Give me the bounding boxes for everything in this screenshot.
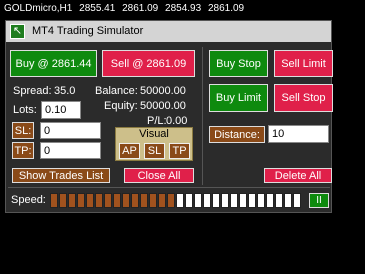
tp-tag: TP:	[12, 142, 34, 159]
lots-input[interactable]: 0.10	[41, 101, 81, 119]
speed-segment[interactable]	[95, 193, 103, 208]
speed-segment[interactable]	[104, 193, 112, 208]
equity-value: 50000.00	[140, 100, 186, 112]
speed-segment[interactable]	[212, 193, 220, 208]
buy-stop-button[interactable]: Buy Stop	[209, 50, 268, 77]
speed-segment[interactable]	[77, 193, 85, 208]
lots-label: Lots:	[13, 104, 37, 116]
close-all-button[interactable]: Close All	[124, 168, 194, 183]
balance-label: Balance:	[95, 85, 138, 97]
distance-tag: Distance:	[209, 126, 265, 143]
speed-segment[interactable]	[275, 193, 283, 208]
speed-segment[interactable]	[167, 193, 175, 208]
tp-input[interactable]: 0	[40, 142, 101, 159]
buy-limit-button[interactable]: Buy Limit	[209, 84, 268, 112]
arrow-up-left-icon[interactable]: ↖	[10, 24, 25, 39]
speed-segment[interactable]	[284, 193, 292, 208]
speed-segment[interactable]	[239, 193, 247, 208]
ticker-high: 2861.09	[122, 3, 159, 14]
pl-label: P/L:	[147, 115, 167, 127]
panel-title: MT4 Trading Simulator	[32, 25, 144, 37]
buy-market-button[interactable]: Buy @ 2861.44	[10, 50, 97, 77]
sl-tag: SL:	[12, 122, 34, 139]
sl-input[interactable]: 0	[40, 122, 101, 139]
speed-segment[interactable]	[230, 193, 238, 208]
ticker-close: 2861.09	[207, 3, 245, 14]
balance-value: 50000.00	[140, 85, 186, 97]
speed-segment[interactable]	[68, 193, 76, 208]
ticker-open: 2855.41	[79, 3, 116, 14]
speed-segment[interactable]	[122, 193, 130, 208]
speed-label: Speed:	[11, 194, 46, 206]
speed-segment[interactable]	[257, 193, 265, 208]
sell-limit-button[interactable]: Sell Limit	[274, 50, 333, 77]
visual-sl-button[interactable]: SL	[144, 143, 165, 159]
spread-value: 35.0	[54, 85, 76, 97]
speed-segment[interactable]	[293, 193, 301, 208]
speed-segment[interactable]	[158, 193, 166, 208]
speed-segment[interactable]	[248, 193, 256, 208]
pl-value: 0.00	[166, 115, 188, 127]
panel-divider	[202, 47, 203, 185]
speed-segment[interactable]	[176, 193, 184, 208]
visual-ap-button[interactable]: AP	[119, 143, 140, 159]
sell-market-button[interactable]: Sell @ 2861.09	[102, 50, 195, 77]
speed-segment[interactable]	[59, 193, 67, 208]
speed-segment[interactable]	[203, 193, 211, 208]
speed-segment[interactable]	[113, 193, 121, 208]
speed-segment[interactable]	[185, 193, 193, 208]
speed-segment[interactable]	[131, 193, 139, 208]
ticker-symbol: GOLDmicro,H1	[4, 3, 73, 14]
ticker-low: 2854.93	[165, 3, 202, 14]
speed-segment[interactable]	[266, 193, 274, 208]
speed-segment[interactable]	[86, 193, 94, 208]
speed-segment[interactable]	[194, 193, 202, 208]
visual-tp-button[interactable]: TP	[169, 143, 190, 159]
distance-input[interactable]: 10	[268, 125, 329, 143]
show-trades-list-button[interactable]: Show Trades List	[12, 168, 110, 183]
speed-segment[interactable]	[50, 193, 58, 208]
speed-divider	[8, 187, 330, 188]
pause-button[interactable]: II	[309, 193, 329, 208]
speed-segment[interactable]	[140, 193, 148, 208]
spread-label: Spread:	[13, 85, 52, 97]
ticker-line: GOLDmicro,H1 2855.41 2861.09 2854.93 286…	[4, 3, 248, 14]
speed-segment[interactable]	[149, 193, 157, 208]
equity-label: Equity:	[104, 100, 138, 112]
delete-all-button[interactable]: Delete All	[264, 168, 332, 183]
speed-segment[interactable]	[221, 193, 229, 208]
sell-stop-button[interactable]: Sell Stop	[274, 84, 333, 112]
visual-title: Visual	[139, 128, 169, 140]
